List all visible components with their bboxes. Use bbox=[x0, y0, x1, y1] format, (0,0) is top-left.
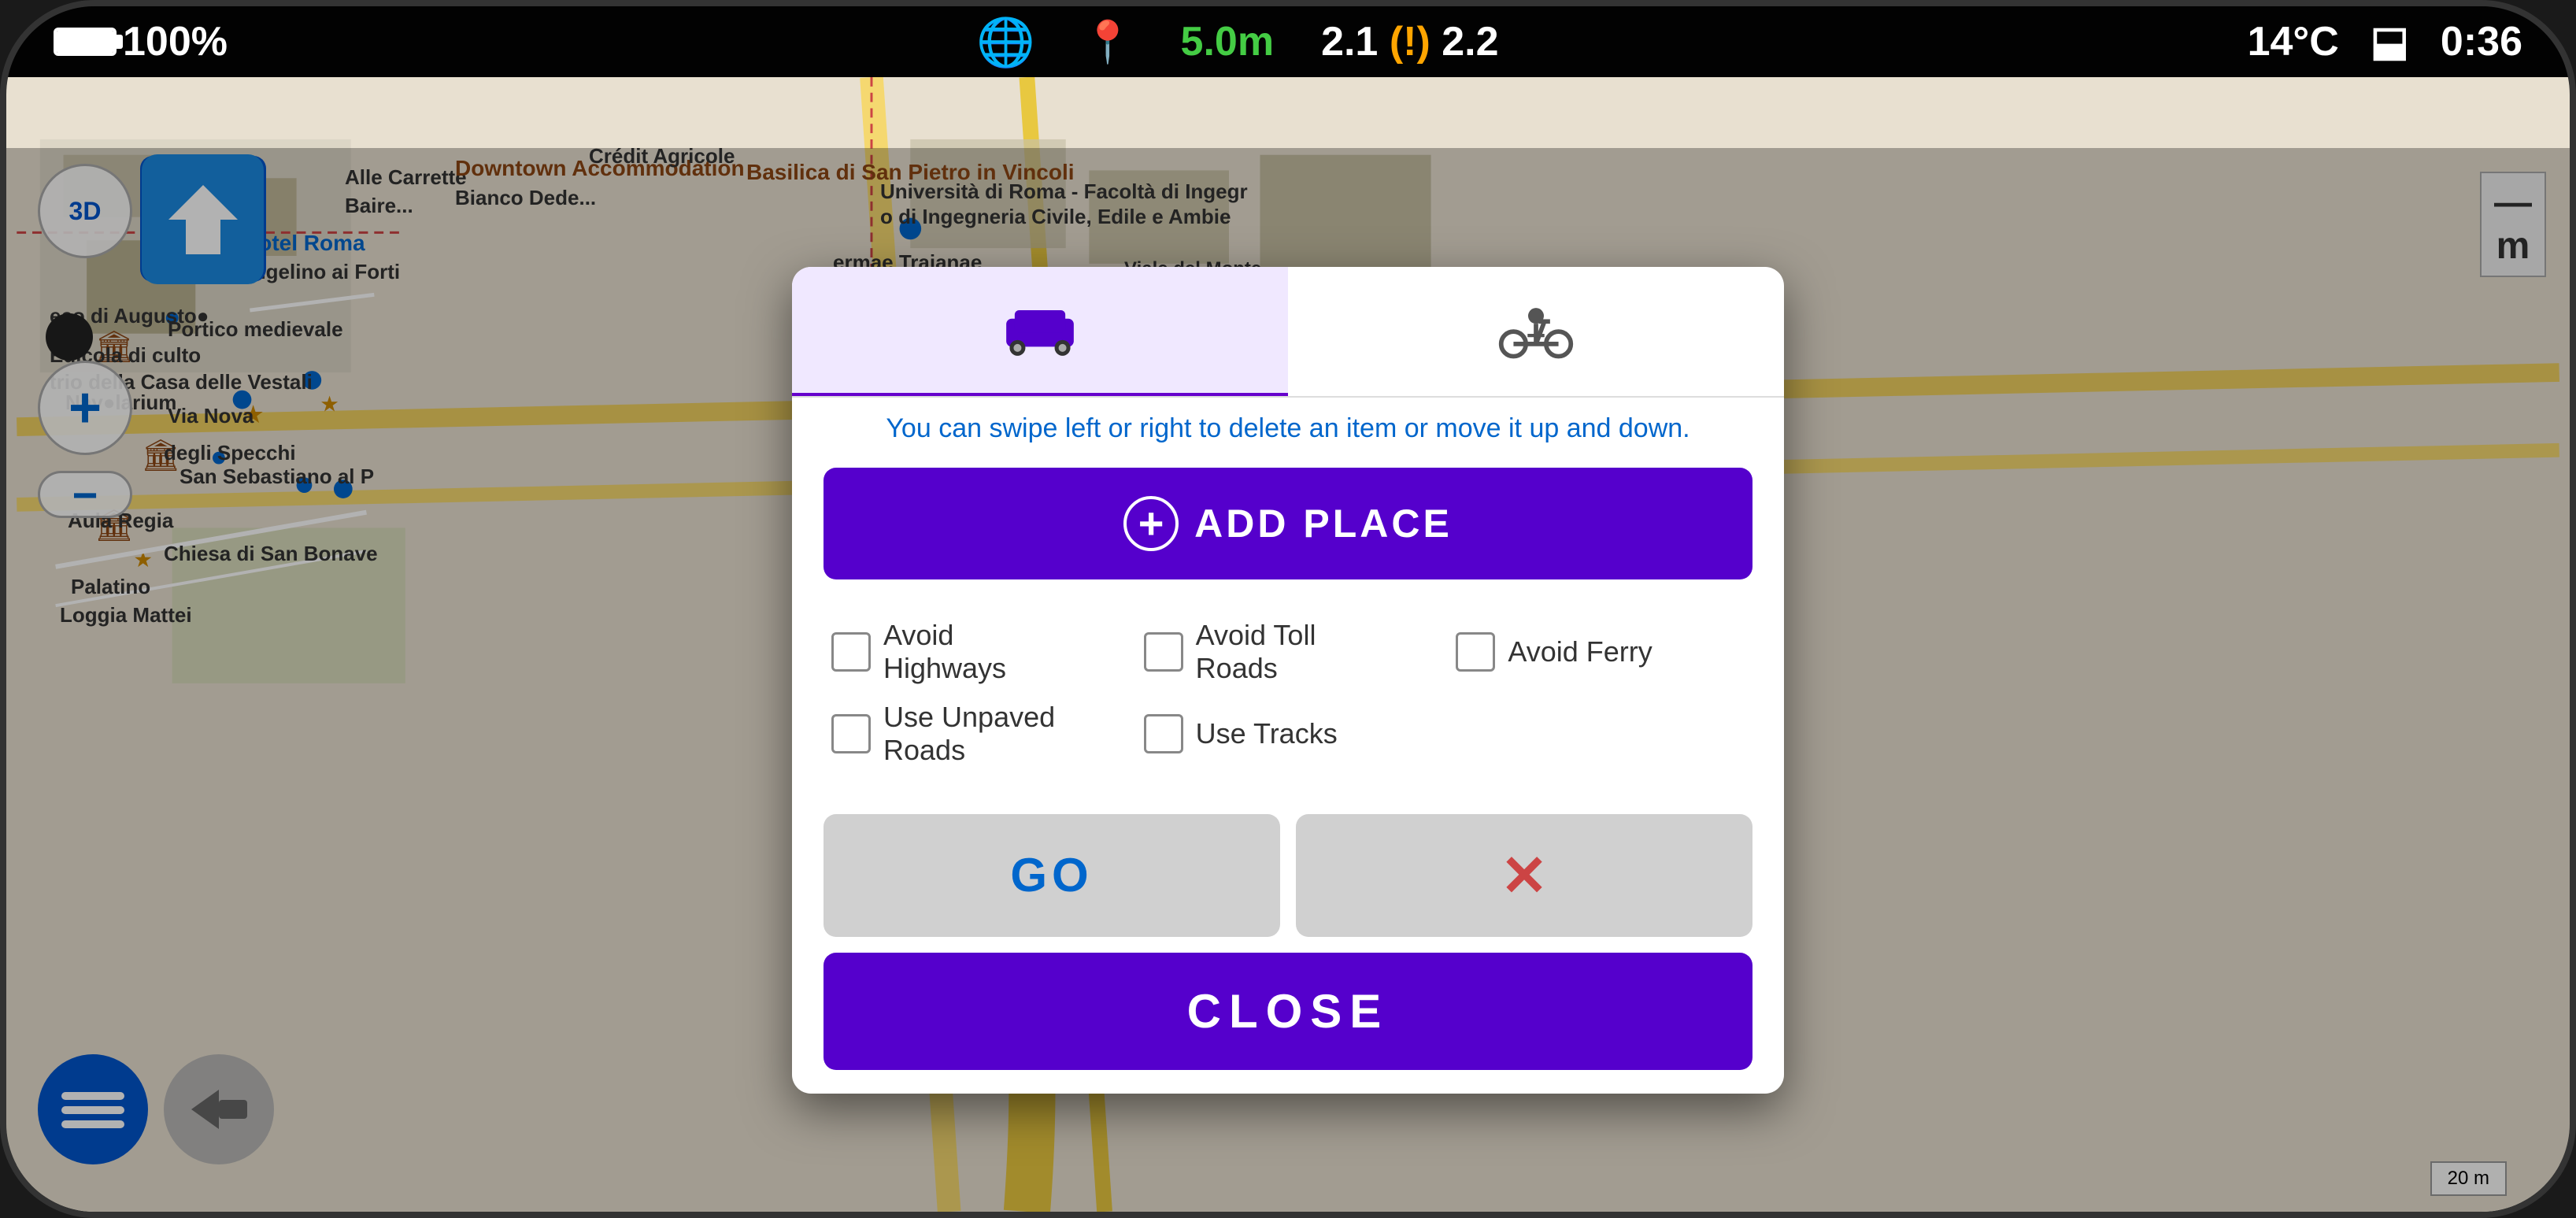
use-tracks-checkbox[interactable] bbox=[1144, 714, 1183, 753]
car-icon bbox=[1001, 298, 1079, 361]
speed-display: 2.1 (!) 2.2 bbox=[1321, 18, 1498, 65]
gps-icon: 📍 bbox=[1083, 18, 1134, 66]
battery-fill bbox=[57, 31, 113, 53]
avoid-toll-label: Avoid TollRoads bbox=[1196, 619, 1316, 685]
status-bar: 100% 🌐 📍 5.0m 2.1 (!) 2.2 14°C ⬓ 0:36 bbox=[6, 6, 2570, 77]
use-tracks-label: Use Tracks bbox=[1196, 717, 1338, 750]
avoid-toll-option: Avoid TollRoads bbox=[1144, 619, 1433, 685]
close-button[interactable]: CLOSE bbox=[824, 953, 1752, 1070]
avoid-toll-checkbox[interactable] bbox=[1144, 632, 1183, 672]
avoid-ferry-checkbox[interactable] bbox=[1456, 632, 1495, 672]
route-modal: You can swipe left or right to delete an… bbox=[792, 267, 1784, 1094]
use-unpaved-checkbox[interactable] bbox=[831, 714, 871, 753]
options-row-1: AvoidHighways Avoid TollRoads Avoid Ferr… bbox=[831, 619, 1745, 685]
avoid-highways-checkbox[interactable] bbox=[831, 632, 871, 672]
route-options: AvoidHighways Avoid TollRoads Avoid Ferr… bbox=[792, 587, 1784, 798]
status-bar-left: 100% bbox=[54, 18, 228, 65]
gps-distance: 5.0m bbox=[1181, 18, 1275, 65]
time-display: 0:36 bbox=[2441, 18, 2522, 65]
battery-icon bbox=[54, 28, 117, 56]
bike-icon bbox=[1497, 298, 1575, 361]
go-label: GO bbox=[1010, 848, 1093, 902]
transport-tab-car[interactable] bbox=[792, 267, 1288, 396]
transport-tab-bike[interactable] bbox=[1288, 267, 1784, 396]
use-tracks-option: Use Tracks bbox=[1144, 714, 1433, 753]
transport-mode-tabs bbox=[792, 267, 1784, 398]
avoid-ferry-label: Avoid Ferry bbox=[1508, 635, 1652, 668]
go-button[interactable]: GO bbox=[824, 814, 1280, 937]
options-row-2: Use Unpaved Roads Use Tracks bbox=[831, 701, 1745, 767]
add-place-button[interactable]: + ADD PLACE bbox=[824, 468, 1752, 579]
use-unpaved-option: Use Unpaved Roads bbox=[831, 701, 1120, 767]
avoid-highways-label: AvoidHighways bbox=[883, 619, 1006, 685]
close-label: CLOSE bbox=[1187, 984, 1390, 1038]
add-place-label: ADD PLACE bbox=[1194, 501, 1453, 546]
add-place-plus-icon: + bbox=[1123, 496, 1179, 551]
use-unpaved-label: Use Unpaved Roads bbox=[883, 701, 1120, 767]
battery-indicator: 100% bbox=[54, 18, 228, 65]
battery-percent: 100% bbox=[123, 18, 228, 65]
swipe-hint: You can swipe left or right to delete an… bbox=[792, 398, 1784, 460]
status-bar-center: 🌐 📍 5.0m 2.1 (!) 2.2 bbox=[976, 14, 1498, 70]
cancel-button[interactable]: ✕ bbox=[1296, 814, 1752, 937]
map-background: ★ ★ ★ 🍴 🍴 ☕ 🍺 ✕ ✕ 🏛 🏛 🏛 bbox=[6, 77, 2570, 1212]
action-buttons: GO ✕ bbox=[824, 814, 1752, 937]
phone-frame: 100% 🌐 📍 5.0m 2.1 (!) 2.2 14°C ⬓ 0:36 bbox=[0, 0, 2576, 1218]
swipe-hint-text: You can swipe left or right to delete an… bbox=[886, 413, 1690, 443]
bluetooth-icon: ⬓ bbox=[2371, 18, 2409, 65]
cancel-icon: ✕ bbox=[1501, 842, 1548, 909]
avoid-ferry-option: Avoid Ferry bbox=[1456, 632, 1745, 672]
globe-icon: 🌐 bbox=[976, 14, 1035, 70]
status-bar-right: 14°C ⬓ 0:36 bbox=[2248, 18, 2522, 65]
temperature-display: 14°C bbox=[2248, 18, 2339, 65]
avoid-highways-option: AvoidHighways bbox=[831, 619, 1120, 685]
modal-overlay: You can swipe left or right to delete an… bbox=[6, 148, 2570, 1212]
